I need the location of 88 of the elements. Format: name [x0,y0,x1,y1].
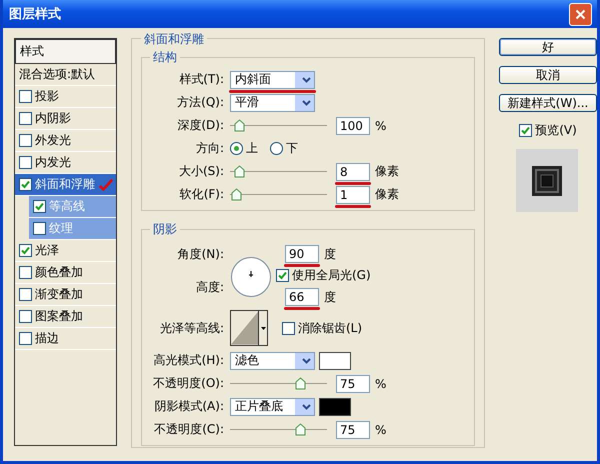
slider-thumb[interactable] [294,376,306,390]
checkbox[interactable] [19,332,32,345]
field-label: 样式(T): [178,71,225,88]
section-title: 斜面和浮雕 [141,32,207,46]
field-label: 深度(D): [176,117,225,134]
number-field[interactable]: 75 [336,374,370,392]
checkbox[interactable] [519,124,532,137]
unit-label: % [375,376,386,390]
field-label: 软化(F): [178,186,225,203]
number-field[interactable]: 75 [336,420,370,438]
color-swatch[interactable] [319,352,351,370]
radio-button[interactable] [270,142,283,155]
slider[interactable] [230,422,327,436]
style-item[interactable]: 渐变叠加 [15,284,116,306]
dialog-button[interactable]: 取消 [499,66,597,84]
field-label: 高光模式(H): [152,352,225,369]
unit-label: 度 [324,288,336,306]
checkbox[interactable] [33,200,46,213]
unit-label: 度 [324,246,336,262]
chevron-icon [302,100,311,106]
section-title: 阴影 [152,221,178,238]
checkbox-label: 消除锯齿(L) [298,320,362,336]
unit-label: 像素 [375,163,399,180]
field-label: 不透明度(C): [153,421,225,438]
checkbox[interactable] [19,310,32,323]
radio-label: 下 [286,140,298,157]
style-item[interactable]: 投影 [15,86,116,108]
dropdown[interactable]: 正片叠底 [230,398,315,416]
field-label: 光泽等高线: [158,320,225,336]
checkbox[interactable] [33,222,46,235]
checkbox[interactable] [19,112,32,125]
close-button[interactable] [569,2,592,26]
number-field[interactable]: 100 [336,116,370,134]
close-icon [575,8,586,20]
slider-thumb[interactable] [234,164,245,178]
style-item[interactable]: 样式 [15,39,116,64]
style-item[interactable]: 描边 [15,328,116,350]
slider[interactable] [230,188,327,202]
style-item[interactable]: 斜面和浮雕 [15,174,116,196]
checkbox[interactable] [19,178,32,191]
chevron-icon [302,404,311,410]
field-label: 方向: [194,140,225,157]
window-title: 图层样式 [9,6,61,23]
dropdown[interactable]: 平滑 [230,94,315,112]
section-title: 结构 [152,49,178,66]
checkbox[interactable] [276,269,289,282]
field-label: 阴影模式(A): [153,398,225,415]
style-item[interactable]: 内阴影 [15,108,116,130]
unit-label: % [375,422,386,436]
color-swatch[interactable] [319,398,351,416]
unit-label: 像素 [375,186,399,203]
style-item[interactable]: 外发光 [15,130,116,152]
radio-label: 上 [246,140,258,157]
style-item[interactable]: 光泽 [15,240,116,262]
chevron-icon [302,76,311,82]
checkbox[interactable] [19,134,32,147]
slider[interactable] [230,376,327,390]
slider-thumb[interactable] [294,422,306,436]
dropdown[interactable]: 滤色 [230,352,315,370]
field-label: 角度(N): [176,246,225,263]
radio-button[interactable] [230,142,243,155]
preview-thumbnail [516,149,578,212]
checkbox[interactable] [19,244,32,257]
dialog-button[interactable]: 好 [499,38,597,56]
checkbox[interactable] [19,266,32,279]
checkbox[interactable] [19,90,32,103]
style-item[interactable]: 混合选项:默认 [15,64,116,86]
angle-dial[interactable] [230,256,272,298]
checkbox[interactable] [19,156,32,169]
checkbox-label: 预览(V) [535,122,577,139]
style-item[interactable]: 颜色叠加 [15,262,116,284]
slider[interactable] [230,164,327,178]
checkbox[interactable] [282,322,295,334]
contour-picker[interactable] [230,310,268,346]
style-item[interactable]: 图案叠加 [15,306,116,328]
field-label: 高度: [194,279,225,296]
dialog-button[interactable]: 新建样式(W)... [499,94,597,112]
dropdown-arrow-icon [260,326,266,330]
field-label: 大小(S): [178,163,225,180]
slider[interactable] [230,118,327,132]
slider-thumb[interactable] [234,118,245,132]
checkbox[interactable] [19,288,32,301]
chevron-icon [302,358,311,364]
unit-label: % [375,118,386,132]
slider-thumb[interactable] [231,188,242,200]
field-label: 方法(Q): [176,94,225,111]
field-label: 不透明度(O): [152,375,225,392]
checkbox-label: 使用全局光(G) [292,267,371,284]
